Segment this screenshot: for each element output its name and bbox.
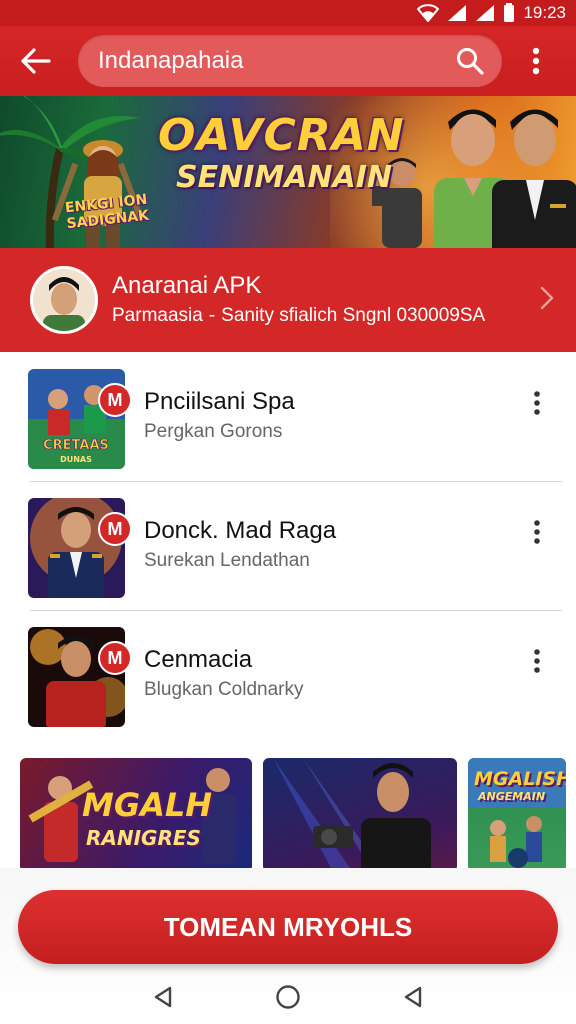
featured-category: Parmaasia [112, 305, 203, 326]
thumbnail-title: CRETAAS [43, 438, 109, 453]
more-vertical-icon [534, 649, 540, 673]
nav-recents-button[interactable] [393, 977, 433, 1017]
nav-home-button[interactable] [268, 977, 308, 1017]
item-more-button[interactable] [522, 512, 552, 552]
list-item-title: Donck. Mad Raga [144, 517, 337, 544]
wifi-icon [417, 4, 440, 22]
list-item[interactable]: CRETAAS DUNAS M Pnciilsani Spa Pergkan G… [0, 352, 576, 481]
nav-back-button[interactable] [143, 977, 183, 1017]
promo-card-title: MGALH [82, 786, 213, 824]
status-bar: 19:23 [0, 0, 576, 26]
promo-card-art [273, 758, 431, 872]
promo-card-title: MGALISH [474, 768, 566, 790]
status-time: 19:23 [523, 3, 566, 22]
featured-separator: - [208, 305, 216, 326]
app-badge: M [98, 512, 132, 546]
back-button[interactable] [6, 31, 66, 91]
list-item[interactable]: M Cenmacia Blugkan Coldnarky [0, 610, 576, 739]
more-vertical-icon [534, 520, 540, 544]
list-item[interactable]: M Donck. Mad Raga Surekan Lendathan [0, 481, 576, 610]
app-list: CRETAAS DUNAS M Pnciilsani Spa Pergkan G… [0, 352, 576, 739]
item-more-button[interactable] [522, 383, 552, 423]
triangle-recents-icon [405, 986, 422, 1008]
featured-details: Sanity sfialich Sngnl 030009SA [221, 305, 486, 326]
overflow-menu-button[interactable] [516, 31, 556, 91]
search-bar [78, 35, 502, 87]
app-badge: M [98, 641, 132, 675]
list-item-text: Donck. Mad Raga Surekan Lendathan [144, 516, 336, 574]
list-item-subtitle: Blugkan Coldnarky [144, 679, 304, 700]
search-icon[interactable] [454, 45, 486, 77]
hero-banner[interactable]: OAVCRAN SENIMANAIN ENKGI ION SADIGNAK [0, 96, 576, 248]
signal-icon [447, 4, 467, 22]
app-bar [0, 26, 576, 96]
list-item-title: Pnciilsani Spa [144, 388, 295, 415]
chevron-right-icon [540, 286, 554, 310]
featured-title: Anaranai APK [112, 272, 262, 299]
banner-subtitle: SENIMANAIN [176, 160, 393, 195]
banner-character-suit [492, 109, 576, 248]
app-screen: 19:23 Indanapahaia OAVCRAN SENIMANAIN EN… [0, 0, 576, 1024]
search-input[interactable] [98, 47, 454, 75]
promo-card[interactable]: MGALH RANIGRES [20, 758, 252, 872]
list-item-title: Cenmacia [144, 646, 253, 673]
promo-card-subtitle: RANIGRES [86, 826, 201, 850]
system-navigation-bar [0, 970, 576, 1024]
promo-card[interactable]: MGALISH ANGEMAIN [468, 758, 566, 872]
triangle-back-icon [154, 986, 171, 1008]
banner-title: OAVCRAN [158, 110, 405, 161]
promo-card-row: MGALH RANIGRES MGALISH ANGEMAIN [0, 756, 576, 874]
more-vertical-icon [534, 391, 540, 415]
list-item-text: Pnciilsani Spa Pergkan Gorons [144, 387, 295, 445]
promo-card-subtitle: ANGEMAIN [478, 790, 546, 803]
featured-subtitle: Parmaasia - Sanity sfialich Sngnl 030009SA [112, 303, 485, 329]
more-vertical-icon [532, 47, 540, 75]
list-item-subtitle: Pergkan Gorons [144, 421, 283, 442]
battery-icon [503, 3, 515, 23]
arrow-left-icon [21, 48, 51, 74]
circle-home-icon [276, 985, 300, 1009]
list-item-subtitle: Surekan Lendathan [144, 550, 310, 571]
featured-text: Anaranai APK Parmaasia - Sanity sfialich S… [112, 271, 485, 329]
thumbnail-subtitle: DUNAS [60, 455, 92, 464]
item-more-button[interactable] [522, 641, 552, 681]
avatar [30, 266, 98, 334]
primary-action-button[interactable]: TOMEAN MRYOHLS [18, 890, 558, 964]
signal-icon-secondary [475, 4, 495, 22]
app-badge: M [98, 383, 132, 417]
list-item-text: Cenmacia Blugkan Coldnarky [144, 645, 303, 703]
featured-app-card[interactable]: Anaranai APK Parmaasia - Sanity sfialich S… [0, 248, 576, 352]
promo-card[interactable] [263, 758, 457, 872]
